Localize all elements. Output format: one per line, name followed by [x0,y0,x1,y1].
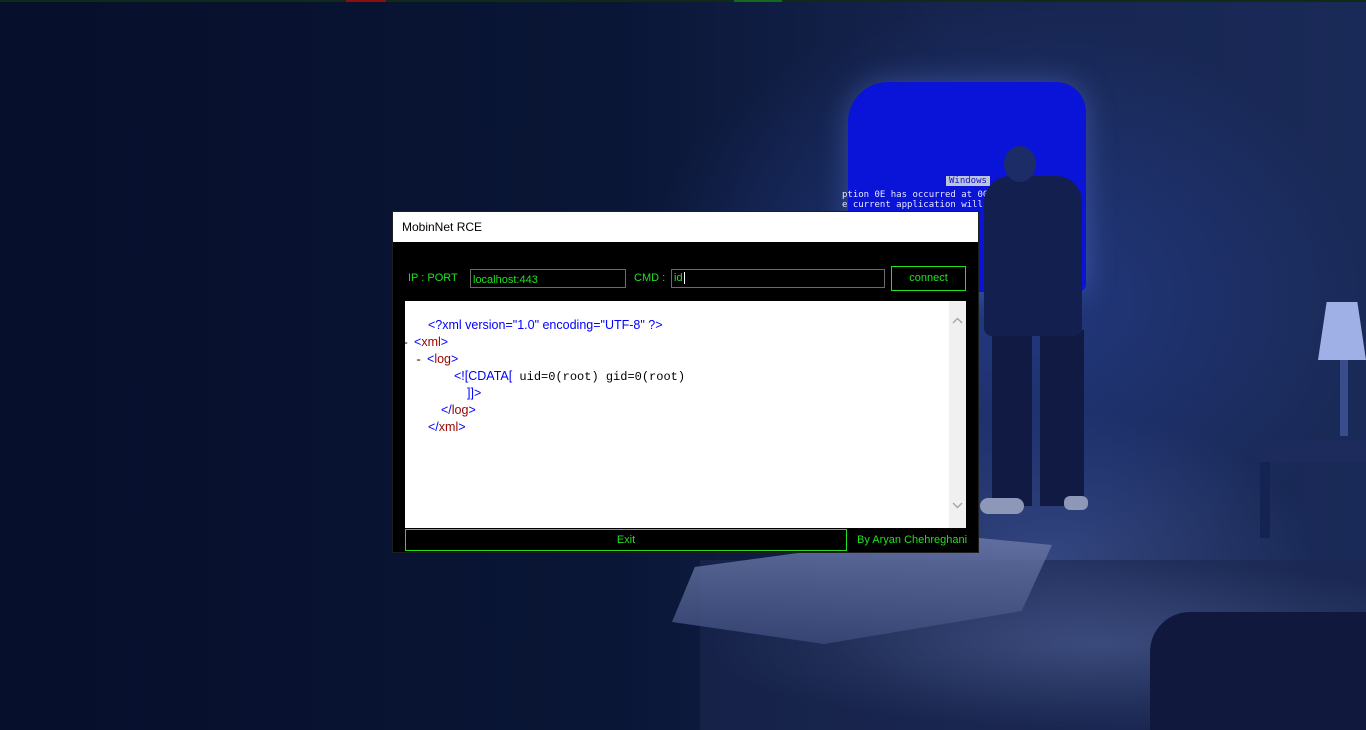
top-edge-red-marker [346,0,386,2]
wallpaper-bsod-label: Windows [946,176,990,186]
cmd-label: CMD : [634,272,666,284]
xml-token-tag: xml [421,335,441,349]
wallpaper-person-leg-left [992,330,1032,506]
ip-port-label: IP : PORT [408,272,458,284]
xml-token-cdata: ]]> [467,386,482,400]
xml-line: - <log> [415,351,685,368]
wallpaper-person-shoe-left [980,498,1024,514]
cmd-input-value: id [674,272,683,284]
wallpaper-person-body [984,176,1082,336]
xml-line: ]]> [415,385,685,402]
xml-line: <![CDATA[ uid=0(root) gid=0(root) [415,368,685,385]
xml-token-br: </ [441,403,452,417]
text-caret [683,272,685,285]
chevron-up-icon[interactable] [949,313,966,330]
collapse-toggle[interactable]: - [405,335,414,352]
wallpaper-lamp-base [1340,360,1348,436]
exit-button[interactable]: Exit [405,529,847,551]
top-edge-line [0,0,1366,2]
wallpaper-person-shoe-right [1064,496,1088,510]
wallpaper-person-head [1004,146,1036,182]
wallpaper-person-leg-right [1040,330,1084,506]
title-bar[interactable]: MobinNet RCE [393,212,978,242]
xml-token-br: > [468,403,476,417]
cmd-input[interactable]: id [671,269,885,288]
xml-token-br: > [451,352,459,366]
xml-token-br: </ [428,420,439,434]
xml-line: -<xml> [405,334,685,351]
xml-token-br: > [440,335,449,349]
chevron-down-icon[interactable] [949,498,966,515]
xml-token-tag: log [451,403,469,417]
xml-token-br: > [458,420,466,434]
output-scrollbar[interactable] [949,301,966,528]
xml-output-tree: <?xml version="1.0" encoding="UTF-8" ?>-… [405,317,685,436]
author-credit: By Aryan Chehreghani [857,534,968,546]
wallpaper-armchair [1150,612,1366,730]
ip-port-input[interactable] [470,269,626,288]
rce-window: MobinNet RCE IP : PORT CMD : id connect … [393,212,978,552]
collapse-toggle[interactable]: - [415,352,427,369]
window-title: MobinNet RCE [402,220,483,234]
connect-button[interactable]: connect [891,266,966,291]
xml-token-mono: uid=0(root) gid=0(root) [512,370,686,384]
xml-token-tag: log [434,352,451,366]
xml-line: </log> [415,402,685,419]
xml-token-cdata: <![CDATA[ [454,369,513,383]
xml-output-panel[interactable]: <?xml version="1.0" encoding="UTF-8" ?>-… [405,301,966,528]
top-edge-green-marker [734,0,782,2]
wallpaper-side-table-leg [1260,462,1270,538]
wallpaper-lamp-shade [1318,302,1366,360]
xml-line: <?xml version="1.0" encoding="UTF-8" ?> [415,317,685,334]
xml-line: </xml> [415,419,685,436]
wallpaper-side-table [1258,440,1366,462]
xml-token-pi: <?xml version="1.0" encoding="UTF-8" ?> [428,318,663,332]
xml-token-tag: xml [438,420,459,434]
